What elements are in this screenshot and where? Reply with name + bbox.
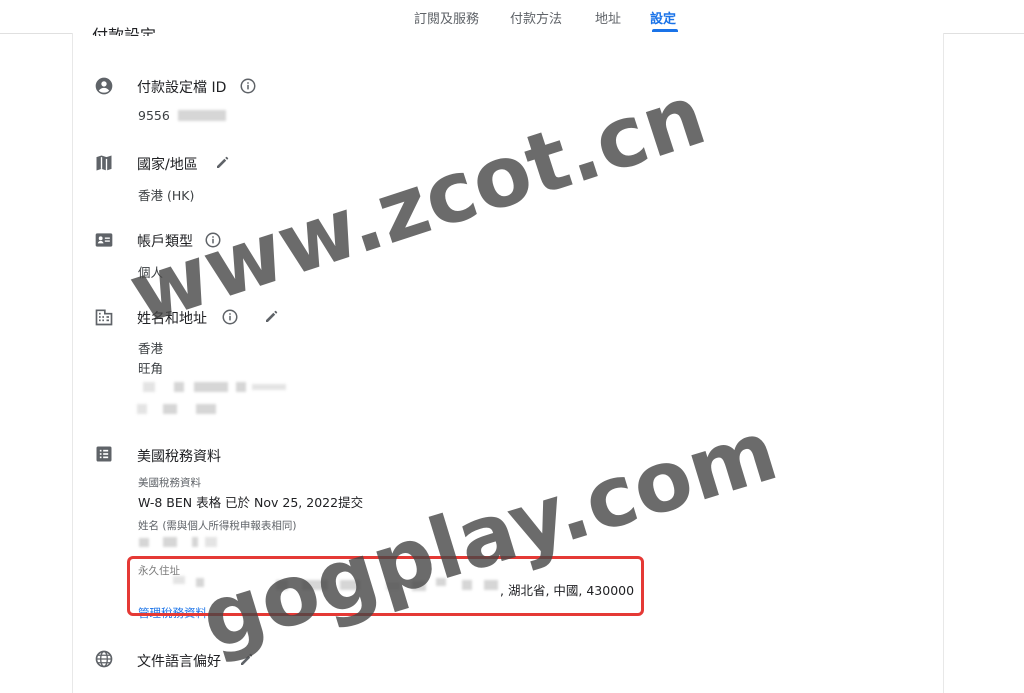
address-line-1: 香港 [138, 341, 164, 356]
account-type-label: 帳戶類型 [137, 234, 193, 250]
info-icon[interactable] [221, 308, 239, 326]
highlight-box [127, 556, 644, 616]
edit-icon[interactable] [238, 650, 256, 668]
redacted-name [163, 537, 177, 547]
tab-subscriptions[interactable]: 訂閱及服務 [414, 8, 479, 27]
tab-settings[interactable]: 設定 [650, 8, 676, 27]
info-icon[interactable] [239, 77, 257, 95]
redacted-address [252, 384, 286, 390]
address-line-2: 旺角 [138, 361, 164, 376]
country-value: 香港 (HK) [138, 188, 195, 203]
document-language-label: 文件語言偏好 [137, 654, 221, 670]
id-card-icon [95, 233, 113, 247]
redacted-name [139, 538, 149, 547]
tax-form-status: W-8 BEN 表格 已於 Nov 25, 2022提交 [138, 495, 364, 510]
info-icon[interactable] [204, 231, 222, 249]
redacted-address [137, 404, 147, 414]
redacted-address [143, 382, 155, 392]
globe-icon [95, 650, 113, 668]
redacted-address [196, 404, 216, 414]
section-title: 付款設定 [92, 26, 157, 36]
list-document-icon [96, 446, 112, 462]
account-type-value: 個人 [138, 265, 164, 280]
tab-addresses[interactable]: 地址 [595, 8, 621, 27]
edit-icon[interactable] [263, 307, 281, 325]
account-circle-icon [95, 77, 113, 95]
name-address-label: 姓名和地址 [137, 311, 207, 327]
tax-name-label: 姓名 (需與個人所得稅申報表相同) [138, 520, 297, 532]
payments-profile-id-value: 9556 [138, 108, 170, 123]
redacted-address [194, 382, 228, 392]
tab-payment-methods[interactable]: 付款方法 [510, 8, 562, 27]
edit-icon[interactable] [214, 153, 232, 171]
redacted-address [174, 382, 184, 392]
redacted-name [192, 537, 198, 547]
redacted-name [205, 537, 217, 547]
us-tax-sub-label: 美國稅務資料 [138, 477, 201, 489]
us-tax-label: 美國稅務資料 [137, 449, 221, 465]
map-icon [96, 155, 112, 171]
redacted-address [163, 404, 177, 414]
business-icon [95, 309, 113, 326]
country-label: 國家/地區 [137, 157, 198, 173]
redacted-profile-id [178, 110, 226, 121]
active-tab-indicator [652, 29, 678, 32]
payments-profile-label: 付款設定檔 ID [137, 80, 227, 96]
redacted-address [236, 382, 246, 392]
